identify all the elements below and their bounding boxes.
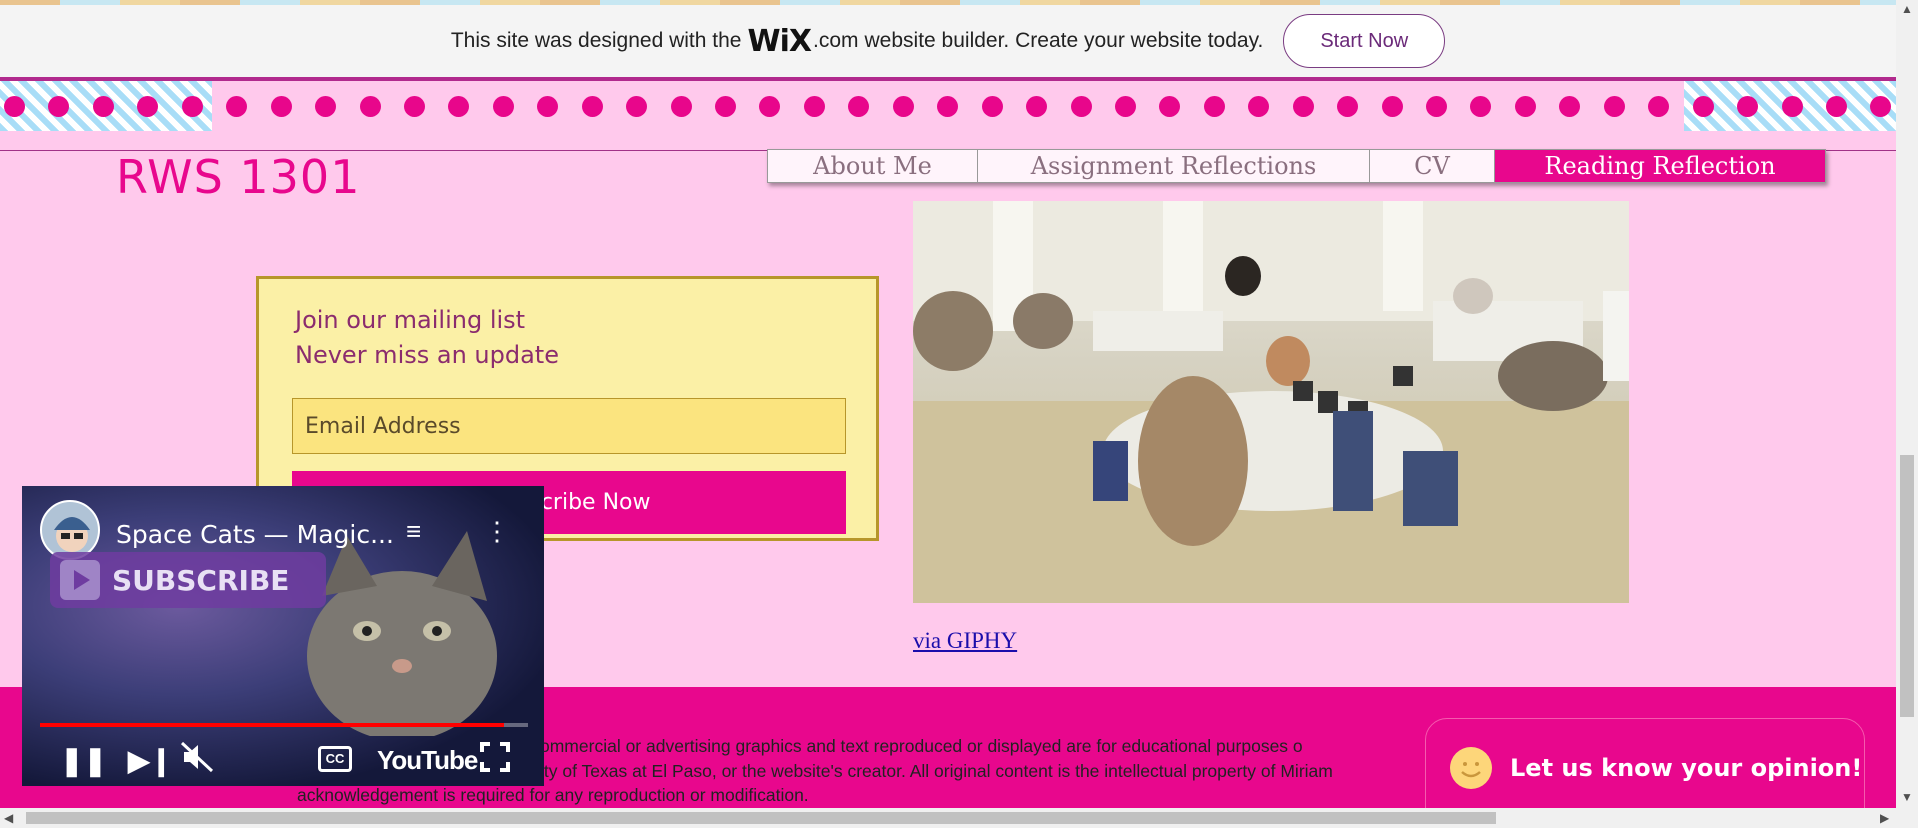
giphy-link[interactable]: via GIPHY [913,628,1017,654]
mailing-heading-line1: Join our mailing list [295,306,526,334]
nav-item-reading-reflection[interactable]: Reading Reflection [1495,150,1825,182]
footer-text-line3: acknowledgement is required for any repr… [297,785,809,805]
decor-dot [226,95,248,117]
decor-dot [1825,95,1847,117]
fullscreen-icon[interactable] [480,741,510,779]
subscribe-button[interactable]: SUBSCRIBE [50,552,326,608]
decor-dot [1648,95,1670,117]
decor-dot [48,95,70,117]
decor-dot [448,95,470,117]
decor-dot [537,95,559,117]
next-icon[interactable]: ▶❙ [128,744,173,777]
smiley-icon [1450,747,1492,789]
decor-dot [359,95,381,117]
vertical-scrollbar[interactable]: ▲ ▼ [1896,0,1918,808]
decor-dot [937,95,959,117]
decor-dot [1292,95,1314,117]
wix-banner-text-before: This site was designed with the [450,29,742,52]
decor-dot [1114,95,1136,117]
vertical-scroll-thumb[interactable] [1900,455,1914,717]
scroll-up-arrow-icon[interactable]: ▲ [1901,2,1913,16]
start-now-button[interactable]: Start Now [1283,14,1446,68]
decor-dot [270,95,292,117]
decor-dot [315,95,337,117]
youtube-video-player[interactable]: Space Cats — Magic... ≡ ⋮ SUBSCRIBE ❚❚ ▶… [22,486,544,786]
wix-banner-text-after: website builder. Create your website tod… [864,29,1264,52]
decor-dot [803,95,825,117]
video-progress-bar[interactable] [40,723,528,727]
scroll-left-arrow-icon[interactable]: ◀ [4,811,13,825]
play-logo-icon [60,560,100,600]
decor-dot [1470,95,1492,117]
wix-banner-text: This site was designed with the WiX .com… [451,24,1264,59]
mailing-list-heading: Join our mailing list Never miss an upda… [295,303,559,373]
scroll-right-arrow-icon[interactable]: ▶ [1880,811,1889,825]
feedback-widget[interactable]: Let us know your opinion! [1425,718,1865,818]
decor-dot [1337,95,1359,117]
scroll-down-arrow-icon[interactable]: ▼ [1901,790,1913,804]
wix-banner: This site was designed with the WiX .com… [0,5,1896,77]
video-progress-fill [40,723,504,727]
dots-row [0,81,1896,131]
decor-dot [1248,95,1270,117]
decor-dot [403,95,425,117]
decor-dot [759,95,781,117]
nav-item-about-me[interactable]: About Me [768,150,978,182]
decor-dot [137,95,159,117]
more-options-icon[interactable]: ⋮ [484,516,510,547]
playlist-icon[interactable]: ≡ [406,516,421,547]
decor-dot [1070,95,1092,117]
horizontal-scrollbar[interactable]: ◀ ▶ [0,808,1918,828]
decor-dot [581,95,603,117]
video-title[interactable]: Space Cats — Magic... [116,520,394,549]
youtube-logo[interactable]: YouTube [377,745,478,776]
captions-icon[interactable]: CC [318,746,352,772]
decor-dot [1159,95,1181,117]
decor-dot [1603,95,1625,117]
email-field[interactable] [292,398,846,454]
decor-dot [670,95,692,117]
decor-dot [715,95,736,117]
decor-dot [848,95,870,117]
subscribe-label: SUBSCRIBE [112,563,290,597]
decor-dot [1203,95,1225,117]
decor-dot [1692,95,1714,117]
office-cats-illustration [913,201,1629,603]
kitten-image [307,531,497,736]
decor-dot [981,95,1003,117]
decor-dot [92,95,114,117]
pause-icon[interactable]: ❚❚ [60,744,107,777]
horizontal-scroll-thumb[interactable] [26,812,1496,824]
nav-item-cv[interactable]: CV [1370,150,1495,182]
wix-logo[interactable]: WiX [747,24,812,59]
decor-dot [492,95,514,117]
decor-dot [626,95,648,117]
decor-dot [1559,95,1581,117]
site-title[interactable]: RWS 1301 [116,150,360,204]
decor-dot [1381,95,1403,117]
mailing-heading-line2: Never miss an update [295,341,559,369]
decor-dot [1781,95,1803,117]
decor-dot [1426,95,1447,117]
main-nav: About Me Assignment Reflections CV Readi… [767,149,1826,183]
decor-dot [892,95,914,117]
feedback-widget-label: Let us know your opinion! [1510,754,1863,782]
channel-avatar[interactable] [40,500,100,560]
decor-dot [1737,95,1759,117]
decor-dot [1514,95,1536,117]
nav-item-assignment-reflections[interactable]: Assignment Reflections [978,150,1370,182]
office-cats-gif [913,201,1629,603]
mute-icon[interactable] [180,741,216,780]
dots-decoration [0,81,1896,131]
decor-dot [1870,95,1892,117]
decor-dot [181,95,203,117]
video-controls: ❚❚ ▶❙ CC YouTube [22,734,544,786]
wix-logo-suffix: .com [813,29,859,52]
decor-dot [1026,95,1048,117]
decor-dot [4,95,25,117]
